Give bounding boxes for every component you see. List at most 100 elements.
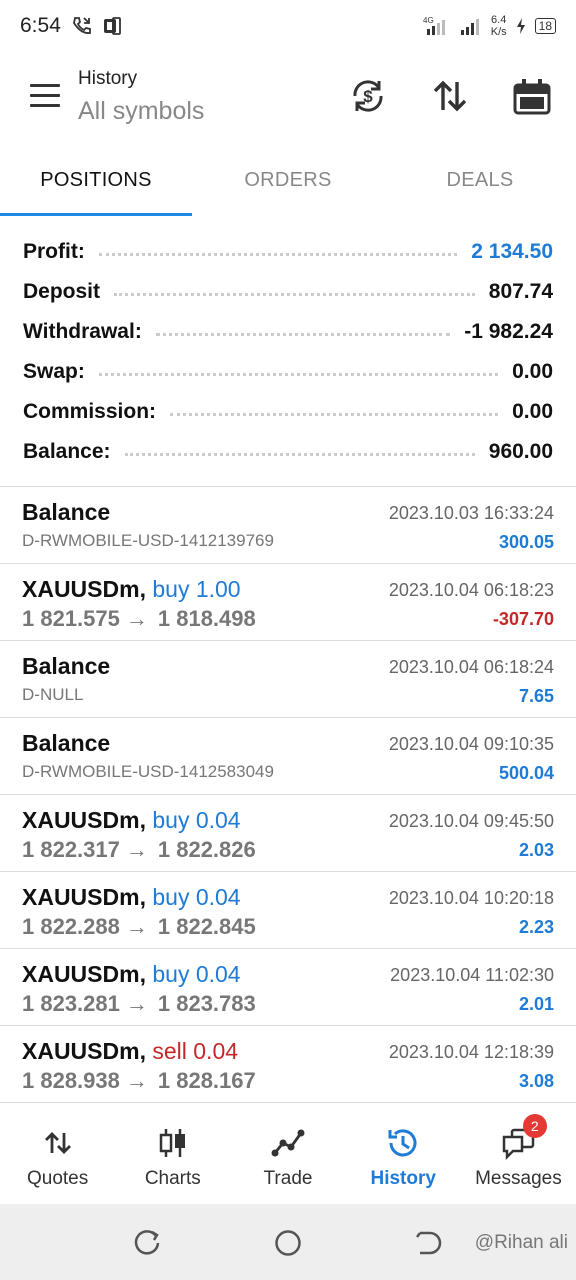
open-price: 1 823.281: [22, 991, 120, 1016]
close-price: 1 823.783: [157, 991, 256, 1016]
currency-sync-icon[interactable]: $: [348, 76, 388, 116]
summary-row-deposit: Deposit 807.74: [0, 272, 576, 312]
item-comment: D-RWMOBILE-USD-1412583049: [22, 762, 274, 781]
item-date: 2023.10.04 09:45:50: [388, 811, 554, 831]
item-amount: 2.03: [518, 840, 554, 860]
net-speed-unit: K/s: [490, 26, 507, 38]
tab-deals[interactable]: DEALS: [384, 152, 576, 218]
dotted-leader: [114, 292, 475, 296]
item-comment: D-RWMOBILE-USD-1412139769: [22, 531, 274, 550]
item-symbol: XAUUSDm,: [22, 576, 146, 602]
item-amount: 500.04: [498, 763, 554, 783]
item-side: buy 1.00: [152, 576, 241, 602]
signal-4g-icon: 4G: [423, 16, 445, 35]
nav-label: Quotes: [26, 1168, 89, 1189]
nav-trade[interactable]: Trade: [230, 1106, 345, 1204]
item-prices: 1 823.281 → 1 823.783: [22, 991, 256, 1017]
item-side: sell 0.04: [152, 1038, 239, 1064]
trade-icon: [271, 1129, 305, 1157]
item-side: buy 0.04: [152, 961, 241, 987]
list-item[interactable]: XAUUSDm, buy 1.00 1 821.575 → 1 818.498 20…: [0, 564, 576, 641]
item-date: 2023.10.04 09:10:35: [388, 734, 554, 754]
summary-label: Profit:: [23, 240, 85, 263]
item-amount: 7.65: [518, 686, 554, 706]
history-list: Balance D-RWMOBILE-USD-1412139769 2023.1…: [0, 486, 576, 1103]
back-icon[interactable]: [414, 1228, 444, 1258]
sort-icon[interactable]: [430, 76, 470, 116]
dotted-leader: [170, 412, 499, 416]
active-tab-indicator: [0, 213, 192, 216]
open-price: 1 822.288: [22, 914, 120, 939]
list-item[interactable]: XAUUSDm, buy 0.04 1 822.317 → 1 822.826 20…: [0, 795, 576, 872]
quotes-icon: [44, 1132, 71, 1154]
app-notification-icon: [103, 17, 121, 35]
item-side: buy 0.04: [152, 807, 241, 833]
item-amount: 2.01: [518, 994, 554, 1014]
list-item[interactable]: XAUUSDm, buy 0.04 1 823.281 → 1 823.783 20…: [0, 949, 576, 1026]
list-item[interactable]: Balance D-RWMOBILE-USD-1412583049 2023.1…: [0, 718, 576, 795]
item-amount: 300.05: [498, 532, 554, 552]
list-item[interactable]: XAUUSDm, sell 0.04 1 828.938 → 1 828.167 2…: [0, 1026, 576, 1103]
item-title: Balance: [22, 499, 111, 525]
nav-label: History: [370, 1168, 436, 1189]
menu-icon[interactable]: [30, 84, 60, 108]
nav-label: Charts: [144, 1168, 201, 1189]
item-title: XAUUSDm, buy 0.04: [22, 807, 241, 834]
nav-messages[interactable]: 2 Messages: [461, 1106, 576, 1204]
nav-charts[interactable]: Charts: [115, 1106, 230, 1204]
open-price: 1 822.317: [22, 837, 120, 862]
tab-positions[interactable]: POSITIONS: [0, 152, 192, 218]
status-right-icons: 4G 6.4 K/s 18: [423, 14, 556, 38]
open-price: 1 828.938: [22, 1068, 120, 1093]
summary-label: Commission:: [23, 400, 157, 423]
list-item[interactable]: Balance D-RWMOBILE-USD-1412139769 2023.1…: [0, 487, 576, 564]
item-date: 2023.10.03 16:33:24: [388, 503, 554, 523]
item-comment: D-NULL: [22, 685, 84, 704]
list-item[interactable]: XAUUSDm, buy 0.04 1 822.288 → 1 822.845 20…: [0, 872, 576, 949]
close-price: 1 818.498: [157, 606, 256, 631]
price-arrow: →: [125, 606, 148, 631]
item-prices: 1 828.938 → 1 828.167: [22, 1068, 256, 1094]
item-prices: 1 822.317 → 1 822.826: [22, 837, 256, 863]
tab-orders[interactable]: ORDERS: [192, 152, 384, 218]
svg-text:$: $: [363, 87, 373, 106]
summary-value: 2 134.50: [471, 240, 553, 263]
item-symbol: XAUUSDm,: [22, 1038, 146, 1064]
summary-row-profit: Profit: 2 134.50: [0, 232, 576, 272]
item-amount: 2.23: [518, 917, 554, 937]
watermark: @Rihan ali: [474, 1232, 568, 1253]
price-arrow: →: [125, 914, 148, 939]
item-title: Balance: [22, 653, 111, 679]
nav-history[interactable]: History: [346, 1106, 461, 1204]
list-item[interactable]: Balance D-NULL 2023.10.04 06:18:24 7.65: [0, 641, 576, 718]
item-title: XAUUSDm, buy 1.00: [22, 576, 241, 603]
item-symbol: XAUUSDm,: [22, 807, 146, 833]
symbol-filter[interactable]: All symbols: [78, 97, 204, 126]
summary-label: Balance:: [23, 440, 111, 463]
dotted-leader: [98, 252, 458, 256]
recent-apps-icon[interactable]: [132, 1228, 162, 1258]
app-bar: History All symbols $: [0, 52, 576, 152]
nav-label: Messages: [475, 1168, 562, 1189]
summary-row-swap: Swap: 0.00: [0, 352, 576, 392]
item-title: XAUUSDm, buy 0.04: [22, 884, 241, 911]
status-bar: 6:54 4G 6.4 K/s 18: [0, 0, 576, 52]
calendar-icon[interactable]: [512, 76, 552, 116]
home-icon[interactable]: [273, 1228, 303, 1258]
item-date: 2023.10.04 12:18:39: [388, 1042, 554, 1062]
price-arrow: →: [125, 1068, 148, 1093]
item-side: buy 0.04: [152, 884, 241, 910]
summary-value: 960.00: [488, 440, 553, 463]
price-arrow: →: [125, 991, 148, 1016]
nav-quotes[interactable]: Quotes: [0, 1106, 115, 1204]
item-date: 2023.10.04 10:20:18: [388, 888, 554, 908]
signal-sim2-icon: [460, 19, 479, 35]
price-arrow: →: [125, 837, 148, 862]
summary-label: Swap:: [23, 360, 85, 383]
unread-badge: 2: [522, 1114, 547, 1138]
tab-bar: POSITIONS ORDERS DEALS: [0, 152, 576, 218]
item-title: Balance: [22, 730, 111, 756]
item-date: 2023.10.04 06:18:23: [388, 580, 554, 600]
open-price: 1 821.575: [22, 606, 120, 631]
status-notification-icons: [71, 15, 123, 37]
